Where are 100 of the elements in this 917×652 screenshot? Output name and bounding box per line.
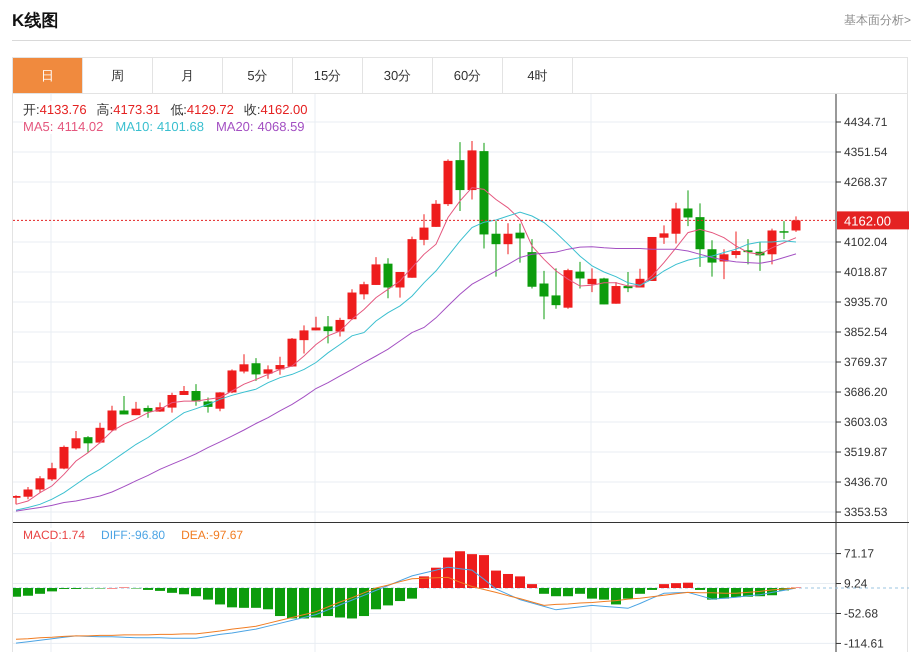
macd-bar bbox=[587, 588, 597, 599]
axis-tick-label: 4434.71 bbox=[836, 115, 888, 129]
candlestick bbox=[24, 486, 32, 500]
macd-bar bbox=[563, 588, 573, 596]
axis-tick-label: 3353.53 bbox=[836, 505, 888, 520]
candlestick bbox=[744, 238, 752, 265]
candlestick bbox=[72, 430, 80, 450]
y-tick-label: 4102.04 bbox=[844, 235, 888, 250]
macd-legend: DEA:-97.67 bbox=[181, 528, 244, 542]
candlestick bbox=[600, 277, 608, 305]
macd-bar bbox=[779, 588, 789, 590]
macd-bar bbox=[203, 588, 213, 600]
macd-bar bbox=[575, 588, 585, 594]
y-tick-label: 3603.03 bbox=[844, 415, 888, 430]
candlestick bbox=[384, 258, 392, 299]
candlestick bbox=[528, 238, 536, 290]
y-tick-label: 71.17 bbox=[844, 546, 874, 561]
y-tick-label: 3769.37 bbox=[844, 355, 888, 370]
candlestick bbox=[516, 223, 524, 264]
candlestick bbox=[60, 444, 68, 470]
axis-tick-label: 3686.20 bbox=[836, 385, 888, 400]
y-tick-label: 9.24 bbox=[844, 576, 868, 591]
macd-bar bbox=[179, 588, 189, 594]
axis-tick-label: 4268.37 bbox=[836, 175, 888, 189]
axis-tick-label: 3603.03 bbox=[836, 415, 888, 430]
macd-bar bbox=[599, 588, 609, 600]
candlestick bbox=[756, 242, 764, 272]
macd-bar bbox=[503, 574, 513, 588]
macd-bar bbox=[311, 588, 321, 618]
candlestick bbox=[252, 358, 260, 382]
axis-tick-label: 9.24 bbox=[836, 576, 868, 591]
macd-bar bbox=[467, 554, 477, 588]
y-tick-label: 4018.87 bbox=[844, 265, 888, 280]
macd-bar bbox=[551, 588, 561, 596]
candlestick bbox=[468, 140, 476, 200]
candlestick bbox=[240, 354, 248, 374]
quote-value: 高:4173.31 bbox=[96, 101, 160, 119]
axis-tick-label: 3436.70 bbox=[836, 475, 888, 490]
candlestick bbox=[96, 422, 104, 444]
y-tick-label: 3686.20 bbox=[844, 385, 888, 400]
candlestick bbox=[204, 397, 212, 414]
candlestick bbox=[552, 268, 560, 310]
macd-bar bbox=[635, 588, 645, 594]
macd-bar bbox=[527, 584, 537, 588]
macd-bar bbox=[47, 588, 57, 592]
candlestick bbox=[132, 401, 140, 416]
macd-legend: DIFF:-96.80 bbox=[101, 528, 166, 542]
candlestick bbox=[408, 236, 416, 278]
candlestick bbox=[636, 268, 644, 288]
candlestick bbox=[768, 228, 776, 265]
macd-bar bbox=[455, 551, 465, 588]
candlestick bbox=[276, 356, 284, 376]
macd-bar bbox=[491, 570, 501, 588]
last-price-tag: 4162.00 bbox=[837, 211, 909, 230]
candlestick bbox=[444, 158, 452, 206]
y-tick-label: 3935.70 bbox=[844, 295, 888, 310]
macd-bar bbox=[371, 588, 381, 610]
candlestick bbox=[300, 324, 308, 354]
y-tick-label: 4268.37 bbox=[844, 175, 888, 190]
fundamentals-link[interactable]: 基本面分析> bbox=[844, 12, 911, 28]
macd-bar bbox=[683, 582, 693, 588]
axis-tick-label: 71.17 bbox=[836, 546, 874, 561]
axis-tick-label: 3769.37 bbox=[836, 355, 888, 370]
macd-bar bbox=[251, 588, 261, 608]
macd-bar bbox=[335, 588, 345, 618]
candlestick bbox=[696, 202, 704, 268]
candlestick bbox=[312, 316, 320, 331]
axis-tick-label: 3852.54 bbox=[836, 325, 888, 340]
candlestick bbox=[48, 462, 56, 482]
candlestick bbox=[612, 282, 620, 304]
y-tick-label: 3353.53 bbox=[844, 505, 888, 520]
macd-bar bbox=[515, 576, 525, 588]
macd-bar bbox=[659, 584, 669, 588]
y-tick-label: 4434.71 bbox=[844, 115, 888, 129]
y-tick-label: -114.61 bbox=[844, 636, 884, 650]
macd-bar bbox=[263, 588, 273, 610]
axis-tick-label: 4351.54 bbox=[836, 145, 888, 159]
macd-bar bbox=[13, 588, 21, 597]
macd-bar bbox=[23, 588, 33, 596]
candlestick bbox=[13, 494, 20, 505]
candlestick bbox=[780, 220, 788, 240]
candlestick bbox=[36, 476, 44, 494]
candlestick bbox=[504, 222, 512, 255]
candlestick bbox=[540, 270, 548, 320]
candlestick bbox=[660, 224, 668, 244]
candlestick bbox=[732, 231, 740, 259]
candlestick bbox=[672, 202, 680, 244]
macd-bar bbox=[299, 588, 309, 618]
candlestick bbox=[84, 436, 92, 454]
candlestick bbox=[288, 337, 296, 368]
candlestick bbox=[492, 220, 500, 278]
candlestick bbox=[420, 214, 428, 246]
candlestick bbox=[228, 368, 236, 394]
candlestick bbox=[624, 271, 632, 293]
candlestick bbox=[372, 256, 380, 286]
candlestick bbox=[792, 216, 800, 232]
y-tick-label: 3519.87 bbox=[844, 445, 888, 460]
candlestick bbox=[588, 268, 596, 293]
candlestick bbox=[396, 271, 404, 298]
axis-tick-label: 3935.70 bbox=[836, 295, 888, 310]
